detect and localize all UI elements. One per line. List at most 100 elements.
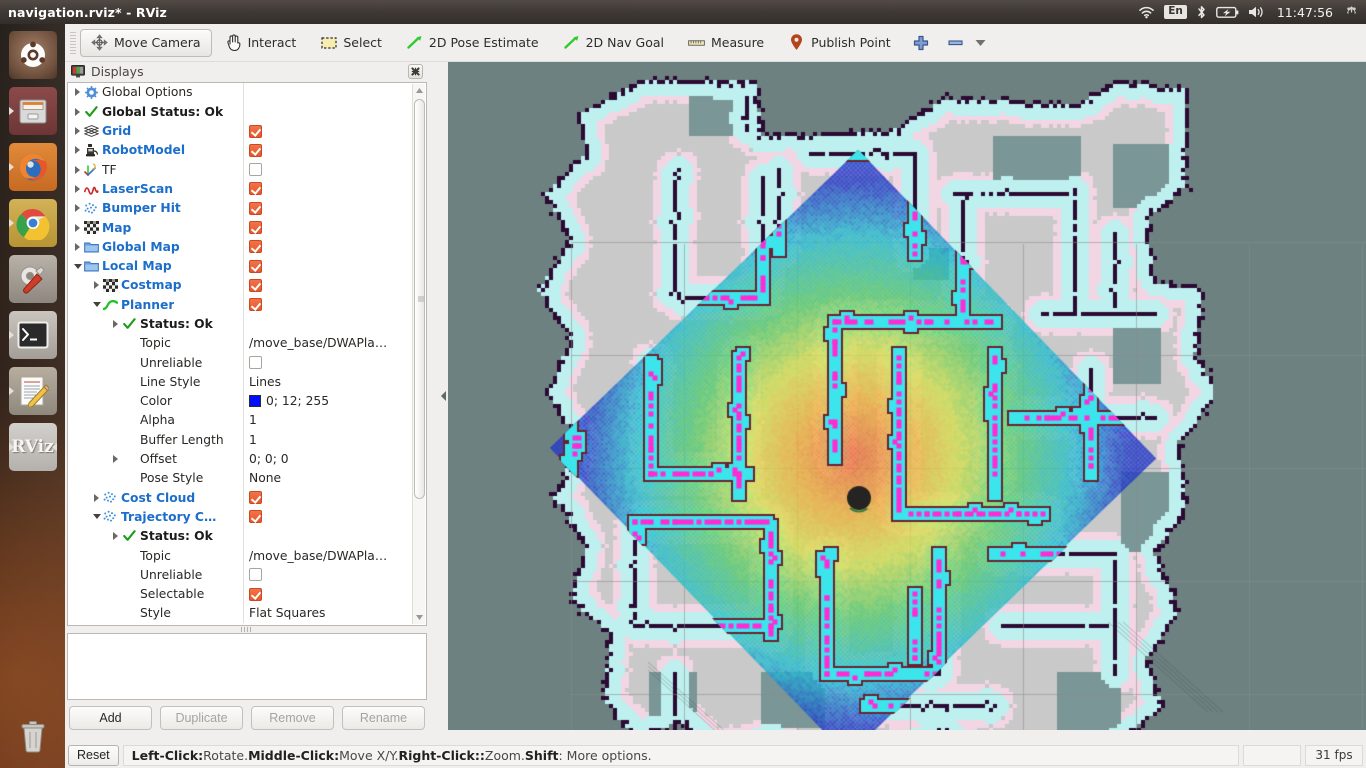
scrollbar-thumb[interactable] [414, 98, 425, 499]
power-gear-icon[interactable] [1344, 0, 1359, 24]
tree-row-value-cell[interactable]: /move_base/DWAPla… [244, 336, 412, 350]
enabled-checkbox-unchecked[interactable] [249, 163, 262, 177]
display-tree-row[interactable]: Status: Ok [68, 314, 412, 334]
tree-expand-arrow-right-icon[interactable] [110, 318, 121, 329]
tree-expand-arrow-right-icon[interactable] [72, 241, 83, 252]
tree-expand-arrow-right-icon[interactable] [72, 126, 83, 137]
toolbar-overflow-chevron-down-icon[interactable] [974, 32, 988, 54]
launcher-item-chrome[interactable] [8, 199, 57, 247]
tree-row-value-cell[interactable] [244, 491, 412, 505]
display-tree-row[interactable]: Alpha 1 [68, 410, 412, 431]
display-tree-row[interactable]: Cost Cloud [68, 488, 412, 508]
enabled-checkbox-checked[interactable] [249, 298, 262, 312]
enabled-checkbox-checked[interactable] [249, 510, 262, 524]
enabled-checkbox-checked[interactable] [249, 201, 262, 215]
tree-row-value-cell[interactable] [244, 356, 412, 370]
add-tool-button[interactable] [904, 29, 939, 57]
scroll-down-arrow-icon[interactable] [413, 611, 426, 624]
enabled-checkbox-unchecked[interactable] [249, 568, 262, 582]
tree-row-value-cell[interactable] [244, 221, 412, 234]
display-tree-row[interactable]: Offset 0; 0; 0 [68, 449, 412, 469]
remove-tool-button[interactable] [941, 29, 972, 57]
clock[interactable]: 11:47:56 [1275, 5, 1335, 20]
wifi-icon[interactable] [1138, 0, 1155, 24]
display-tree-row[interactable]: Bumper Hit [68, 198, 412, 218]
display-tree-row[interactable]: LaserScan [68, 179, 412, 199]
add-display-button[interactable]: Add [69, 706, 152, 730]
launcher-item-text-editor[interactable] [8, 367, 57, 415]
costmap-visualization[interactable] [448, 62, 1366, 730]
enabled-checkbox-checked[interactable] [249, 124, 262, 138]
display-tree-row[interactable]: Grid [68, 121, 412, 141]
3d-render-view[interactable] [448, 62, 1366, 730]
tree-expand-arrow-right-icon[interactable] [110, 454, 121, 465]
tree-row-value-cell[interactable] [244, 163, 412, 177]
tree-row-value-cell[interactable] [244, 298, 412, 312]
tree-row-value-cell[interactable] [244, 201, 412, 215]
view-splitter-left-arrow-icon[interactable] [439, 62, 448, 730]
display-tree-row[interactable]: Global Options [68, 82, 412, 103]
tree-row-value-cell[interactable]: 0; 12; 255 [244, 394, 412, 408]
display-tree-row[interactable]: Trajectory C… [68, 507, 412, 527]
display-tree-row[interactable]: Map [68, 217, 412, 238]
display-tree-row[interactable]: Global Status: Ok [68, 102, 412, 122]
tree-row-value-cell[interactable]: 1 [244, 433, 412, 447]
tree-row-value-cell[interactable]: None [244, 471, 412, 485]
tree-row-value-cell[interactable] [244, 568, 412, 582]
tree-expand-arrow-right-icon[interactable] [72, 183, 83, 194]
display-tree-row[interactable]: Color 0; 12; 255 [68, 391, 412, 411]
display-tree-row[interactable]: Unreliable [68, 565, 412, 585]
remove-display-button[interactable]: Remove [251, 706, 334, 730]
tree-row-value-cell[interactable] [244, 143, 412, 157]
keyboard-layout-indicator[interactable]: En [1164, 4, 1187, 20]
dock-splitter-handle[interactable] [67, 626, 427, 633]
launcher-item-firefox[interactable] [8, 143, 57, 191]
display-tree-row[interactable]: Style Flat Squares [68, 603, 412, 624]
tree-row-value-cell[interactable]: Flat Squares [244, 606, 412, 620]
color-swatch[interactable] [249, 395, 261, 408]
tree-row-value-cell[interactable] [244, 510, 412, 524]
enabled-checkbox-checked[interactable] [249, 182, 262, 196]
enabled-checkbox-checked[interactable] [249, 278, 262, 292]
tree-row-value-cell[interactable] [244, 124, 412, 138]
launcher-item-terminal[interactable] [8, 311, 57, 359]
launcher-item-trash[interactable] [9, 712, 57, 760]
tree-expand-arrow-right-icon[interactable] [91, 280, 102, 291]
tree-expand-arrow-down-icon[interactable] [72, 261, 83, 272]
bluetooth-icon[interactable] [1196, 0, 1207, 24]
launcher-item-rviz[interactable]: RViz [8, 423, 57, 471]
displays-tree-scrollbar[interactable] [412, 83, 426, 624]
enabled-checkbox-checked[interactable] [249, 491, 262, 505]
display-tree-row[interactable]: Status: Ok [68, 526, 412, 546]
rename-display-button[interactable]: Rename [342, 706, 425, 730]
display-tree-row[interactable]: Global Map [68, 237, 412, 257]
tool-2d-nav-goal[interactable]: 2D Nav Goal [552, 29, 675, 57]
tree-expand-arrow-right-icon[interactable] [72, 164, 83, 175]
duplicate-display-button[interactable]: Duplicate [160, 706, 243, 730]
close-icon[interactable] [408, 64, 423, 80]
reset-button[interactable]: Reset [68, 744, 119, 766]
enabled-checkbox-unchecked[interactable] [249, 356, 262, 370]
tree-row-value-cell[interactable] [244, 587, 412, 601]
tree-row-value-cell[interactable] [244, 259, 412, 273]
tree-row-value-cell[interactable] [244, 182, 412, 196]
display-tree-row[interactable]: Line Style Lines [68, 372, 412, 392]
tree-expand-arrow-right-icon[interactable] [110, 531, 121, 542]
launcher-item-files[interactable] [8, 87, 57, 135]
launcher-item-ubuntu-dash[interactable] [8, 31, 57, 79]
display-tree-row[interactable]: Pose Style None [68, 468, 412, 489]
tree-expand-arrow-right-icon[interactable] [72, 87, 83, 98]
enabled-checkbox-checked[interactable] [249, 143, 262, 157]
tree-expand-arrow-right-icon[interactable] [72, 145, 83, 156]
display-tree-row[interactable]: Unreliable [68, 352, 412, 373]
display-tree-row[interactable]: Costmap [68, 275, 412, 296]
display-tree-row[interactable]: Selectable [68, 584, 412, 604]
enabled-checkbox-checked[interactable] [249, 587, 262, 601]
battery-charging-icon[interactable] [1215, 0, 1239, 24]
tree-expand-arrow-right-icon[interactable] [72, 222, 83, 233]
toolbar-drag-handle[interactable] [68, 31, 78, 54]
tree-expand-arrow-right-icon[interactable] [72, 106, 83, 117]
display-tree-row[interactable]: Buffer Length 1 [68, 430, 412, 450]
tree-row-value-cell[interactable]: 0; 0; 0 [244, 452, 412, 466]
volume-icon[interactable] [1248, 0, 1266, 24]
